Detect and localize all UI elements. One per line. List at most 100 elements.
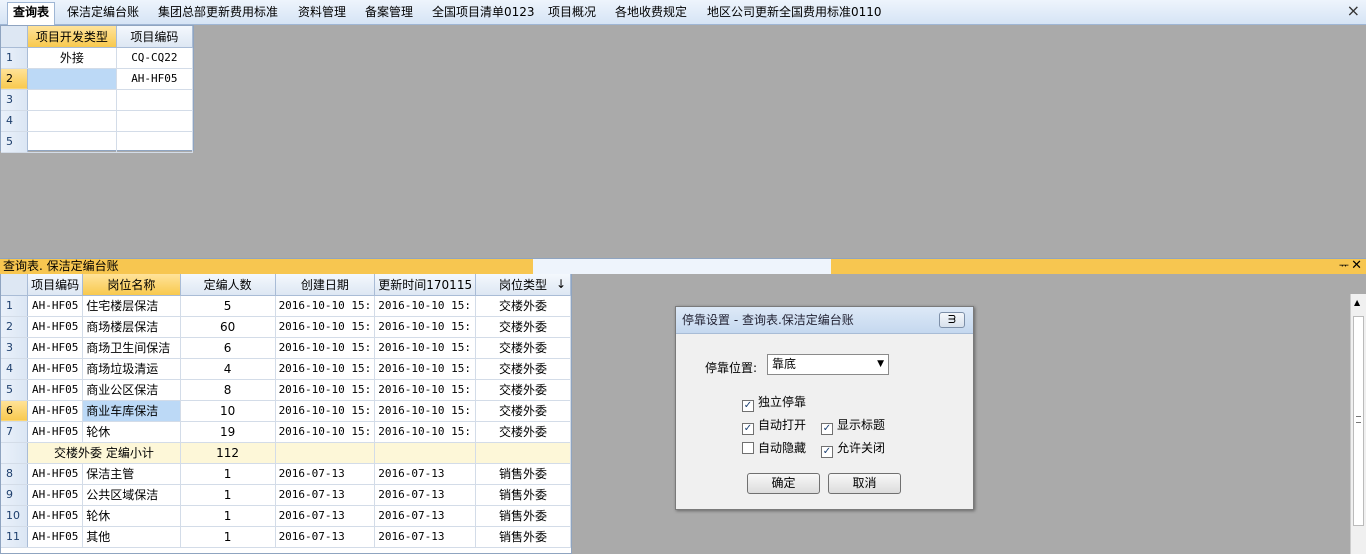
table-row[interactable]: 11 AH-HF05 其他 1 2016-07-13 2016-07-13 销售外委 xyxy=(1,526,571,548)
cell-project-code[interactable]: AH-HF05 xyxy=(27,484,84,506)
tab-regional-fee-standard[interactable]: 地区公司更新全国费用标准0110 xyxy=(707,3,882,23)
row-number[interactable]: 9 xyxy=(1,484,29,506)
show-title-checkbox[interactable]: ✓ 显示标题 xyxy=(821,418,885,435)
table-row[interactable]: 9 AH-HF05 公共区域保洁 1 2016-07-13 2016-07-13 销售外委 xyxy=(1,484,571,506)
row-number[interactable]: 8 xyxy=(1,463,29,485)
dock-panel-titlebar[interactable]: 查询表. 保洁定编台账 ᅲ ✕ xyxy=(0,258,1366,274)
row-number[interactable]: 3 xyxy=(1,337,29,359)
table-row[interactable]: 7 AH-HF05 轮休 19 2016-10-10 15: 2016-10-10 15:… xyxy=(1,421,571,443)
cell-post-type[interactable]: 交楼外委 xyxy=(475,316,571,338)
row-number[interactable]: 10 xyxy=(1,505,29,527)
cell-updated-time[interactable]: 2016-10-10 15: xyxy=(374,421,477,443)
close-panel-icon[interactable]: ✕ xyxy=(1351,258,1362,273)
column-header-headcount[interactable]: 定编人数 xyxy=(180,274,276,296)
row-number[interactable]: 1 xyxy=(1,295,29,317)
cell-created-date[interactable]: 2016-10-10 15: xyxy=(275,379,376,401)
cell-post-type[interactable]: 交楼外委 xyxy=(475,400,571,422)
grid-cell[interactable]: 外接 xyxy=(27,47,117,69)
cell-project-code[interactable]: AH-HF05 xyxy=(27,400,84,422)
cell-post-type[interactable]: 交楼外委 xyxy=(475,421,571,443)
cell-created-date[interactable]: 2016-10-10 15: xyxy=(275,421,376,443)
cell-post-type[interactable]: 交楼外委 xyxy=(475,337,571,359)
standalone-dock-checkbox[interactable]: ✓ 独立停靠 xyxy=(742,395,806,412)
dialog-close-button[interactable]: ᗱ xyxy=(939,312,965,328)
grid-cell[interactable] xyxy=(116,110,194,132)
tab-cleaning-ledger[interactable]: 保洁定编台账 xyxy=(67,3,139,23)
subtotal-row[interactable]: 交楼外委 定编小计 112 xyxy=(1,442,571,464)
cell-created-date[interactable]: 2016-07-13 xyxy=(275,526,376,548)
row-number[interactable]: 2 xyxy=(1,68,29,90)
cell-project-code[interactable]: AH-HF05 xyxy=(27,295,84,317)
cell-post-name[interactable]: 商场垃圾清运 xyxy=(82,358,181,380)
cell-created-date[interactable]: 2016-10-10 15: xyxy=(275,316,376,338)
close-tab-icon[interactable]: × xyxy=(1347,2,1360,20)
cell-post-type[interactable]: 交楼外委 xyxy=(475,379,571,401)
cell-updated-time[interactable]: 2016-07-13 xyxy=(374,484,477,506)
cell-updated-time[interactable]: 2016-10-10 15: xyxy=(374,379,477,401)
cell-post-type[interactable]: 交楼外委 xyxy=(475,295,571,317)
table-row[interactable]: 3 AH-HF05 商场卫生间保洁 6 2016-10-10 15: 2016-10-10… xyxy=(1,337,571,359)
cell-created-date[interactable]: 2016-10-10 15: xyxy=(275,295,376,317)
cell-updated-time[interactable]: 2016-07-13 xyxy=(374,526,477,548)
column-header-project-code[interactable]: 项目编码 xyxy=(116,26,194,48)
cell-project-code[interactable]: AH-HF05 xyxy=(27,379,84,401)
cell-project-code[interactable]: AH-HF05 xyxy=(27,526,84,548)
grid-cell[interactable]: AH-HF05 xyxy=(116,68,194,90)
tab-local-fees[interactable]: 各地收费规定 xyxy=(615,3,687,23)
cell-post-type[interactable]: 销售外委 xyxy=(475,484,571,506)
cell-created-date[interactable]: 2016-10-10 15: xyxy=(275,400,376,422)
table-row[interactable]: 1 AH-HF05 住宅楼层保洁 5 2016-10-10 15: 2016-10-10 … xyxy=(1,295,571,317)
cell-post-name[interactable]: 公共区域保洁 xyxy=(82,484,181,506)
column-header-updated-time[interactable]: 更新时间170115 xyxy=(374,274,477,296)
checkbox-box[interactable]: ✓ xyxy=(821,423,833,435)
cell-updated-time[interactable]: 2016-07-13 xyxy=(374,463,477,485)
cell-headcount[interactable]: 4 xyxy=(180,358,276,380)
cell-headcount[interactable]: 8 xyxy=(180,379,276,401)
ok-button[interactable]: 确定 xyxy=(747,473,820,494)
table-row[interactable]: 5 AH-HF05 商业公区保洁 8 2016-10-10 15: 2016-10-10 … xyxy=(1,379,571,401)
row-number[interactable]: 5 xyxy=(1,379,29,401)
tab-project-overview[interactable]: 项目概况 xyxy=(548,3,596,23)
table-row[interactable]: 6 AH-HF05 商业车库保洁 10 2016-10-10 15: 2016-10-10… xyxy=(1,400,571,422)
row-number[interactable]: 4 xyxy=(1,358,29,380)
grid-cell[interactable] xyxy=(27,131,117,153)
grid-cell-selected[interactable] xyxy=(27,68,117,90)
row-number[interactable]: 5 xyxy=(1,131,29,153)
row-number[interactable]: 6 xyxy=(1,400,29,422)
cell-created-date[interactable]: 2016-10-10 15: xyxy=(275,337,376,359)
table-row[interactable]: 2 AH-HF05 商场楼层保洁 60 2016-10-10 15: 2016-10-10… xyxy=(1,316,571,338)
row-number[interactable]: 2 xyxy=(1,316,29,338)
tab-national-projects[interactable]: 全国项目清单0123 xyxy=(432,3,535,23)
cell-updated-time[interactable]: 2016-10-10 15: xyxy=(374,337,477,359)
cancel-button[interactable]: 取消 xyxy=(828,473,901,494)
cell-project-code[interactable]: AH-HF05 xyxy=(27,463,84,485)
cell-post-type[interactable]: 销售外委 xyxy=(475,526,571,548)
cell-headcount[interactable]: 1 xyxy=(180,526,276,548)
vertical-scrollbar[interactable]: ▲ xyxy=(1350,294,1366,554)
cell-created-date[interactable]: 2016-10-10 15: xyxy=(275,358,376,380)
tab-documents[interactable]: 资料管理 xyxy=(298,3,346,23)
cell-updated-time[interactable]: 2016-10-10 15: xyxy=(374,295,477,317)
cell-updated-time[interactable]: 2016-07-13 xyxy=(374,505,477,527)
cell-post-type[interactable]: 交楼外委 xyxy=(475,358,571,380)
checkbox-box[interactable]: ✓ xyxy=(742,423,754,435)
pin-icon[interactable]: ᅲ xyxy=(1339,259,1349,273)
row-number[interactable]: 4 xyxy=(1,110,29,132)
cell-created-date[interactable]: 2016-07-13 xyxy=(275,463,376,485)
grid-cell[interactable] xyxy=(27,110,117,132)
row-number[interactable]: 7 xyxy=(1,421,29,443)
table-row[interactable]: 8 AH-HF05 保洁主管 1 2016-07-13 2016-07-13 销售外委 xyxy=(1,463,571,485)
cell-headcount[interactable]: 5 xyxy=(180,295,276,317)
cell-headcount[interactable]: 1 xyxy=(180,505,276,527)
tab-query-table[interactable]: 查询表 xyxy=(7,2,56,25)
cell-headcount[interactable]: 10 xyxy=(180,400,276,422)
column-header-dev-type[interactable]: 项目开发类型 xyxy=(27,26,117,48)
cell-project-code[interactable]: AH-HF05 xyxy=(27,316,84,338)
grid-cell[interactable] xyxy=(116,89,194,111)
grid-corner[interactable] xyxy=(1,26,29,48)
cell-headcount[interactable]: 60 xyxy=(180,316,276,338)
cell-created-date[interactable]: 2016-07-13 xyxy=(275,505,376,527)
checkbox-box[interactable] xyxy=(742,442,754,454)
allow-close-checkbox[interactable]: ✓ 允许关闭 xyxy=(821,441,885,458)
grid-cell[interactable]: CQ-CQ22 xyxy=(116,47,194,69)
